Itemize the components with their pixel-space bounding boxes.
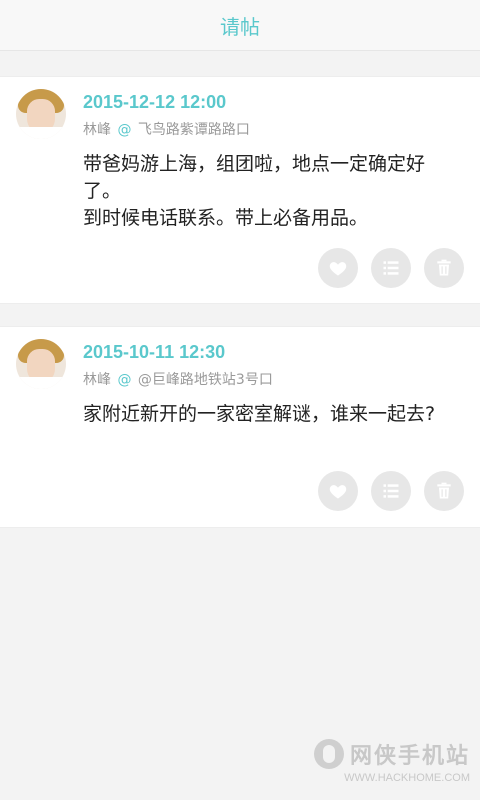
post-content: 带爸妈游上海，组团啦，地点一定确定好了。 到时候电话联系。带上必备用品。 — [83, 151, 455, 232]
heart-icon — [329, 262, 347, 276]
post-actions — [318, 248, 464, 288]
list-icon — [383, 261, 399, 275]
post-meta: 林峰 @ @巨峰路地铁站3号口 — [83, 369, 273, 389]
at-symbol: @ — [117, 372, 132, 388]
location: @巨峰路地铁站3号口 — [137, 372, 273, 388]
author-name: 林峰 — [83, 372, 111, 388]
author-name: 林峰 — [83, 122, 111, 138]
post-meta: 林峰 @ 飞鸟路紫谭路路口 — [83, 119, 250, 139]
list-button[interactable] — [371, 248, 411, 288]
watermark-logo-icon — [313, 739, 344, 769]
like-button[interactable] — [318, 248, 358, 288]
heart-icon — [329, 485, 347, 499]
top-bar: 请帖 — [0, 0, 480, 51]
trash-icon — [437, 482, 451, 499]
post-content: 家附近新开的一家密室解谜，谁来一起去? — [83, 401, 455, 428]
list-icon — [383, 484, 399, 498]
at-symbol: @ — [117, 122, 132, 138]
watermark: 网侠手机站 WWW.HACKHOME.COM — [313, 738, 470, 784]
content-line: 到时候电话联系。带上必备用品。 — [83, 207, 369, 229]
trash-icon — [437, 259, 451, 276]
delete-button[interactable] — [424, 471, 464, 511]
post-card: 2015-10-11 12:30 林峰 @ @巨峰路地铁站3号口 家附近新开的一… — [0, 326, 480, 528]
post-date: 2015-12-12 12:00 — [83, 92, 227, 112]
delete-button[interactable] — [424, 248, 464, 288]
content-line: 家附近新开的一家密室解谜，谁来一起去? — [83, 403, 436, 425]
post-actions — [318, 471, 464, 511]
post-card: 2015-12-12 12:00 林峰 @ 飞鸟路紫谭路路口 带爸妈游上海，组团… — [0, 76, 480, 304]
like-button[interactable] — [318, 471, 358, 511]
page-title: 请帖 — [220, 14, 260, 39]
content-line: 带爸妈游上海，组团啦，地点一定确定好了。 — [83, 153, 426, 202]
watermark-name: 网侠手机站 — [349, 744, 470, 769]
post-date: 2015-10-11 12:30 — [83, 342, 226, 362]
location: 飞鸟路紫谭路路口 — [137, 122, 250, 138]
avatar[interactable] — [16, 89, 66, 139]
list-button[interactable] — [371, 471, 411, 511]
watermark-url: WWW.HACKHOME.COM — [344, 772, 470, 784]
avatar[interactable] — [16, 339, 66, 389]
